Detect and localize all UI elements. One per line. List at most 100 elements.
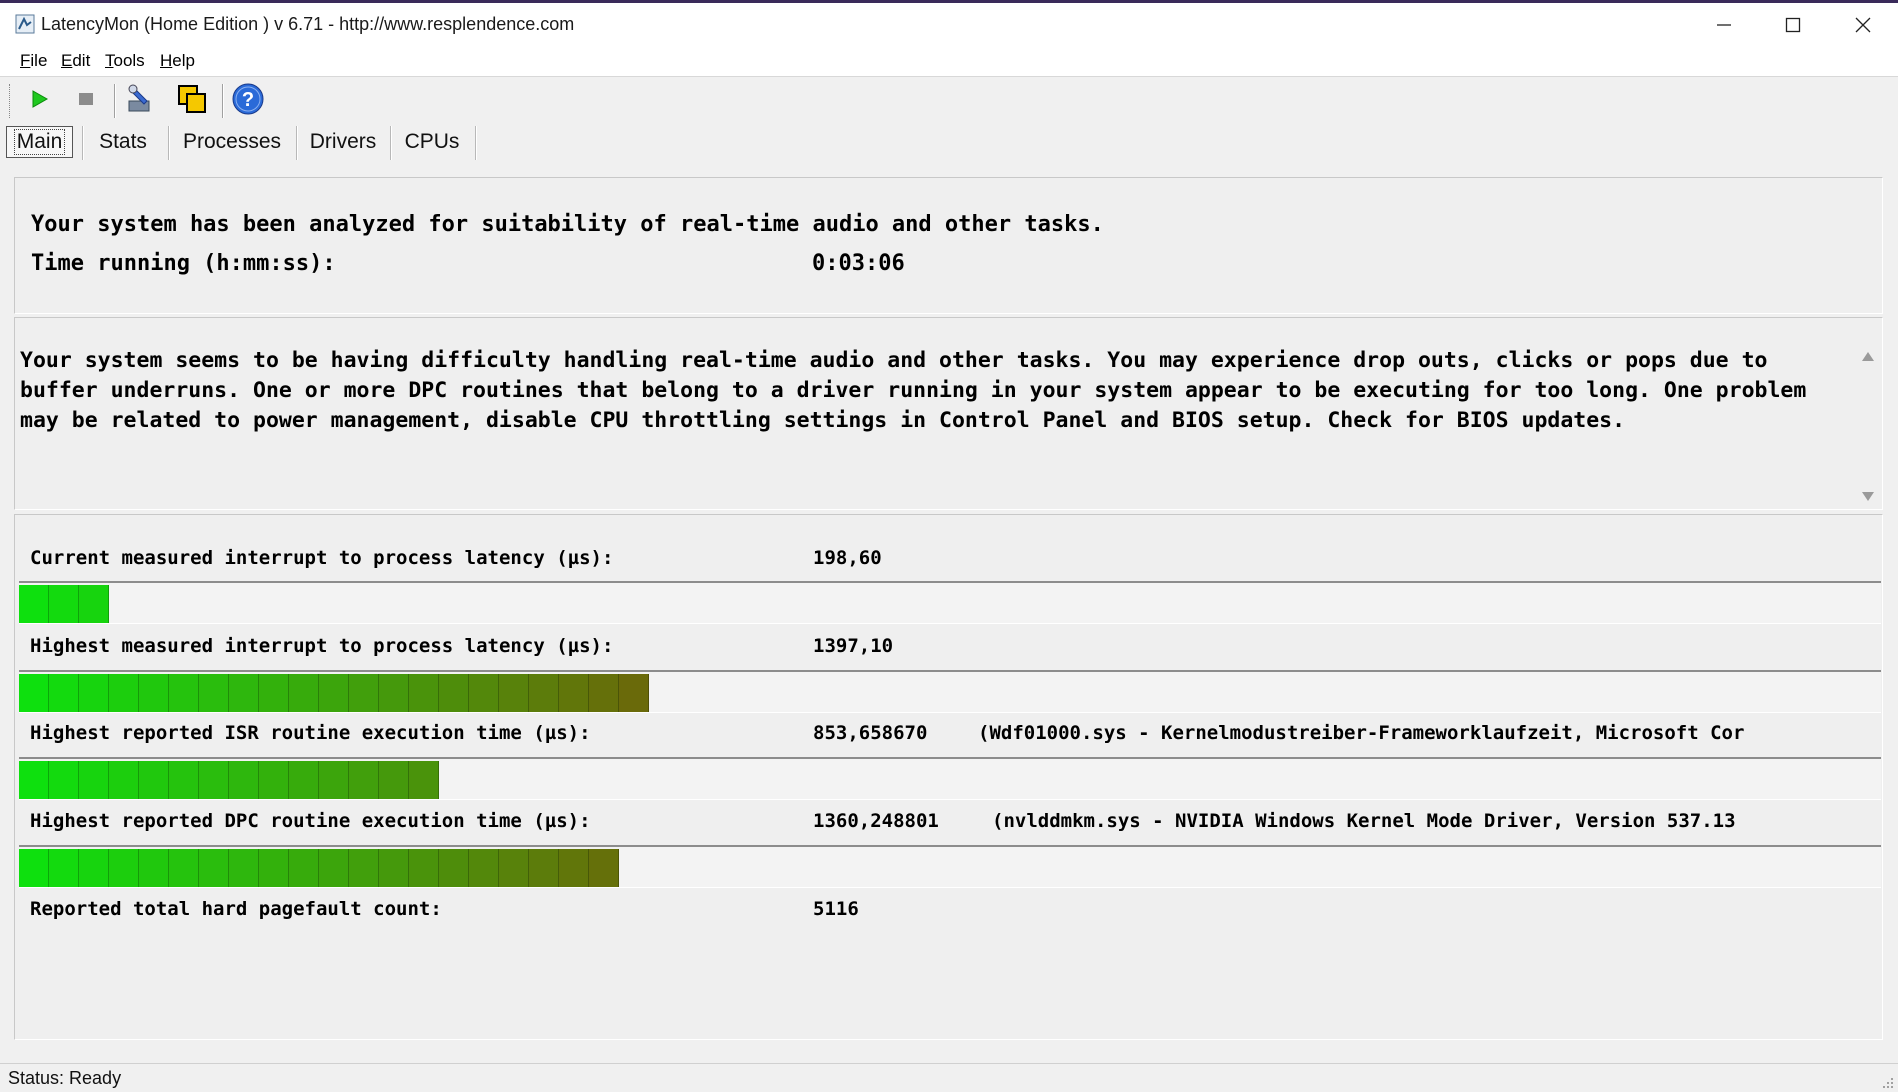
bar-segment	[199, 849, 229, 887]
windows-icon	[178, 85, 206, 113]
dpc-time-label: Highest reported DPC routine execution t…	[30, 810, 591, 832]
bar-segment	[619, 674, 649, 712]
tab-separator	[296, 126, 298, 160]
minimize-button[interactable]	[1689, 3, 1759, 47]
bar-segment	[499, 674, 529, 712]
bar-segment	[319, 761, 349, 799]
toolbar: ?	[0, 78, 1898, 124]
bar-segment	[289, 674, 319, 712]
resize-grip-icon[interactable]	[1880, 1075, 1894, 1089]
tab-separator	[390, 126, 392, 160]
maximize-button[interactable]	[1758, 3, 1828, 47]
tab-separator	[168, 126, 170, 160]
title-bar[interactable]: LatencyMon (Home Edition ) v 6.71 - http…	[0, 0, 1898, 47]
bar-segment	[409, 674, 439, 712]
bar-segment	[19, 849, 49, 887]
status-bar: Status: Ready	[0, 1063, 1898, 1092]
bar-segment	[229, 849, 259, 887]
bar-segment	[409, 849, 439, 887]
bar-segment	[259, 761, 289, 799]
scroll-down-icon[interactable]	[1862, 492, 1874, 501]
toolbar-grip[interactable]	[9, 84, 14, 118]
bar-segment	[349, 761, 379, 799]
bar-segment	[229, 761, 259, 799]
menu-help[interactable]: Help	[160, 51, 195, 71]
highest-latency-label: Highest measured interrupt to process la…	[30, 635, 614, 657]
bar-segment	[499, 849, 529, 887]
bar-segment	[379, 761, 409, 799]
isr-time-value: 853,658670	[813, 722, 928, 744]
time-running-label: Time running (h:mm:ss):	[31, 251, 336, 276]
close-button[interactable]	[1828, 3, 1898, 47]
start-button[interactable]	[22, 82, 56, 116]
tab-separator	[82, 126, 84, 160]
maximize-icon	[1785, 17, 1801, 33]
processes-button[interactable]	[175, 82, 209, 116]
scroll-up-icon[interactable]	[1862, 352, 1874, 361]
bar-segment	[169, 761, 199, 799]
wrench-icon	[128, 84, 150, 112]
bar-segment	[19, 674, 49, 712]
highest-latency-bar	[19, 670, 1881, 713]
svg-text:?: ?	[242, 89, 254, 111]
bar-segment	[409, 761, 439, 799]
bar-segment	[109, 761, 139, 799]
bar-segment	[49, 585, 79, 623]
bar-segment	[319, 674, 349, 712]
menu-file[interactable]: File	[20, 51, 47, 71]
tab-strip: Main Stats Processes Drivers CPUs	[0, 122, 1898, 162]
menu-bar: File Edit Tools Help	[0, 47, 1898, 77]
app-icon	[15, 14, 35, 34]
bar-segment	[19, 585, 49, 623]
tab-drivers[interactable]: Drivers	[303, 126, 383, 158]
bar-segment	[19, 761, 49, 799]
bar-segment	[529, 674, 559, 712]
tab-stats[interactable]: Stats	[90, 126, 156, 158]
isr-time-bar	[19, 757, 1881, 800]
metrics-panel: Current measured interrupt to process la…	[14, 514, 1883, 1040]
time-running-value: 0:03:06	[812, 251, 905, 276]
pagefault-count-label: Reported total hard pagefault count:	[30, 898, 442, 920]
tab-separator	[475, 126, 477, 160]
advice-text: Your system seems to be having difficult…	[20, 348, 1807, 433]
tab-cpus[interactable]: CPUs	[398, 126, 466, 158]
bar-segment	[589, 674, 619, 712]
toolbar-separator	[114, 84, 116, 118]
options-button[interactable]	[124, 82, 158, 116]
dpc-driver-detail: (nvlddmkm.sys - NVIDIA Windows Kernel Mo…	[992, 810, 1736, 832]
menu-tools[interactable]: Tools	[105, 51, 145, 71]
help-button[interactable]: ?	[231, 82, 265, 116]
advice-panel[interactable]: Your system seems to be having difficult…	[14, 317, 1883, 510]
play-icon	[32, 90, 49, 108]
bar-segment	[379, 674, 409, 712]
bar-segment	[169, 849, 199, 887]
stop-button[interactable]	[69, 82, 103, 116]
menu-edit[interactable]: Edit	[61, 51, 90, 71]
bar-segment	[199, 761, 229, 799]
bar-segment	[49, 761, 79, 799]
isr-driver-detail: (Wdf01000.sys - Kernelmodustreiber-Frame…	[978, 722, 1745, 744]
summary-panel: Your system has been analyzed for suitab…	[14, 177, 1883, 314]
tab-main[interactable]: Main	[6, 126, 73, 158]
close-icon	[1855, 17, 1871, 33]
tab-processes[interactable]: Processes	[176, 126, 288, 158]
current-latency-bar	[19, 581, 1881, 624]
bar-segment	[79, 674, 109, 712]
stop-icon	[79, 93, 93, 105]
bar-segment	[469, 674, 499, 712]
bar-segment	[439, 674, 469, 712]
bar-segment	[259, 849, 289, 887]
bar-segment	[139, 674, 169, 712]
bar-segment	[199, 674, 229, 712]
bar-segment	[49, 674, 79, 712]
bar-segment	[559, 849, 589, 887]
bar-segment	[139, 761, 169, 799]
bar-segment	[349, 849, 379, 887]
status-text: Status: Ready	[8, 1068, 122, 1088]
bar-segment	[229, 674, 259, 712]
bar-segment	[289, 761, 319, 799]
bar-segment	[259, 674, 289, 712]
dpc-time-value: 1360,248801	[813, 810, 939, 832]
analysis-headline: Your system has been analyzed for suitab…	[31, 212, 1104, 237]
bar-segment	[529, 849, 559, 887]
